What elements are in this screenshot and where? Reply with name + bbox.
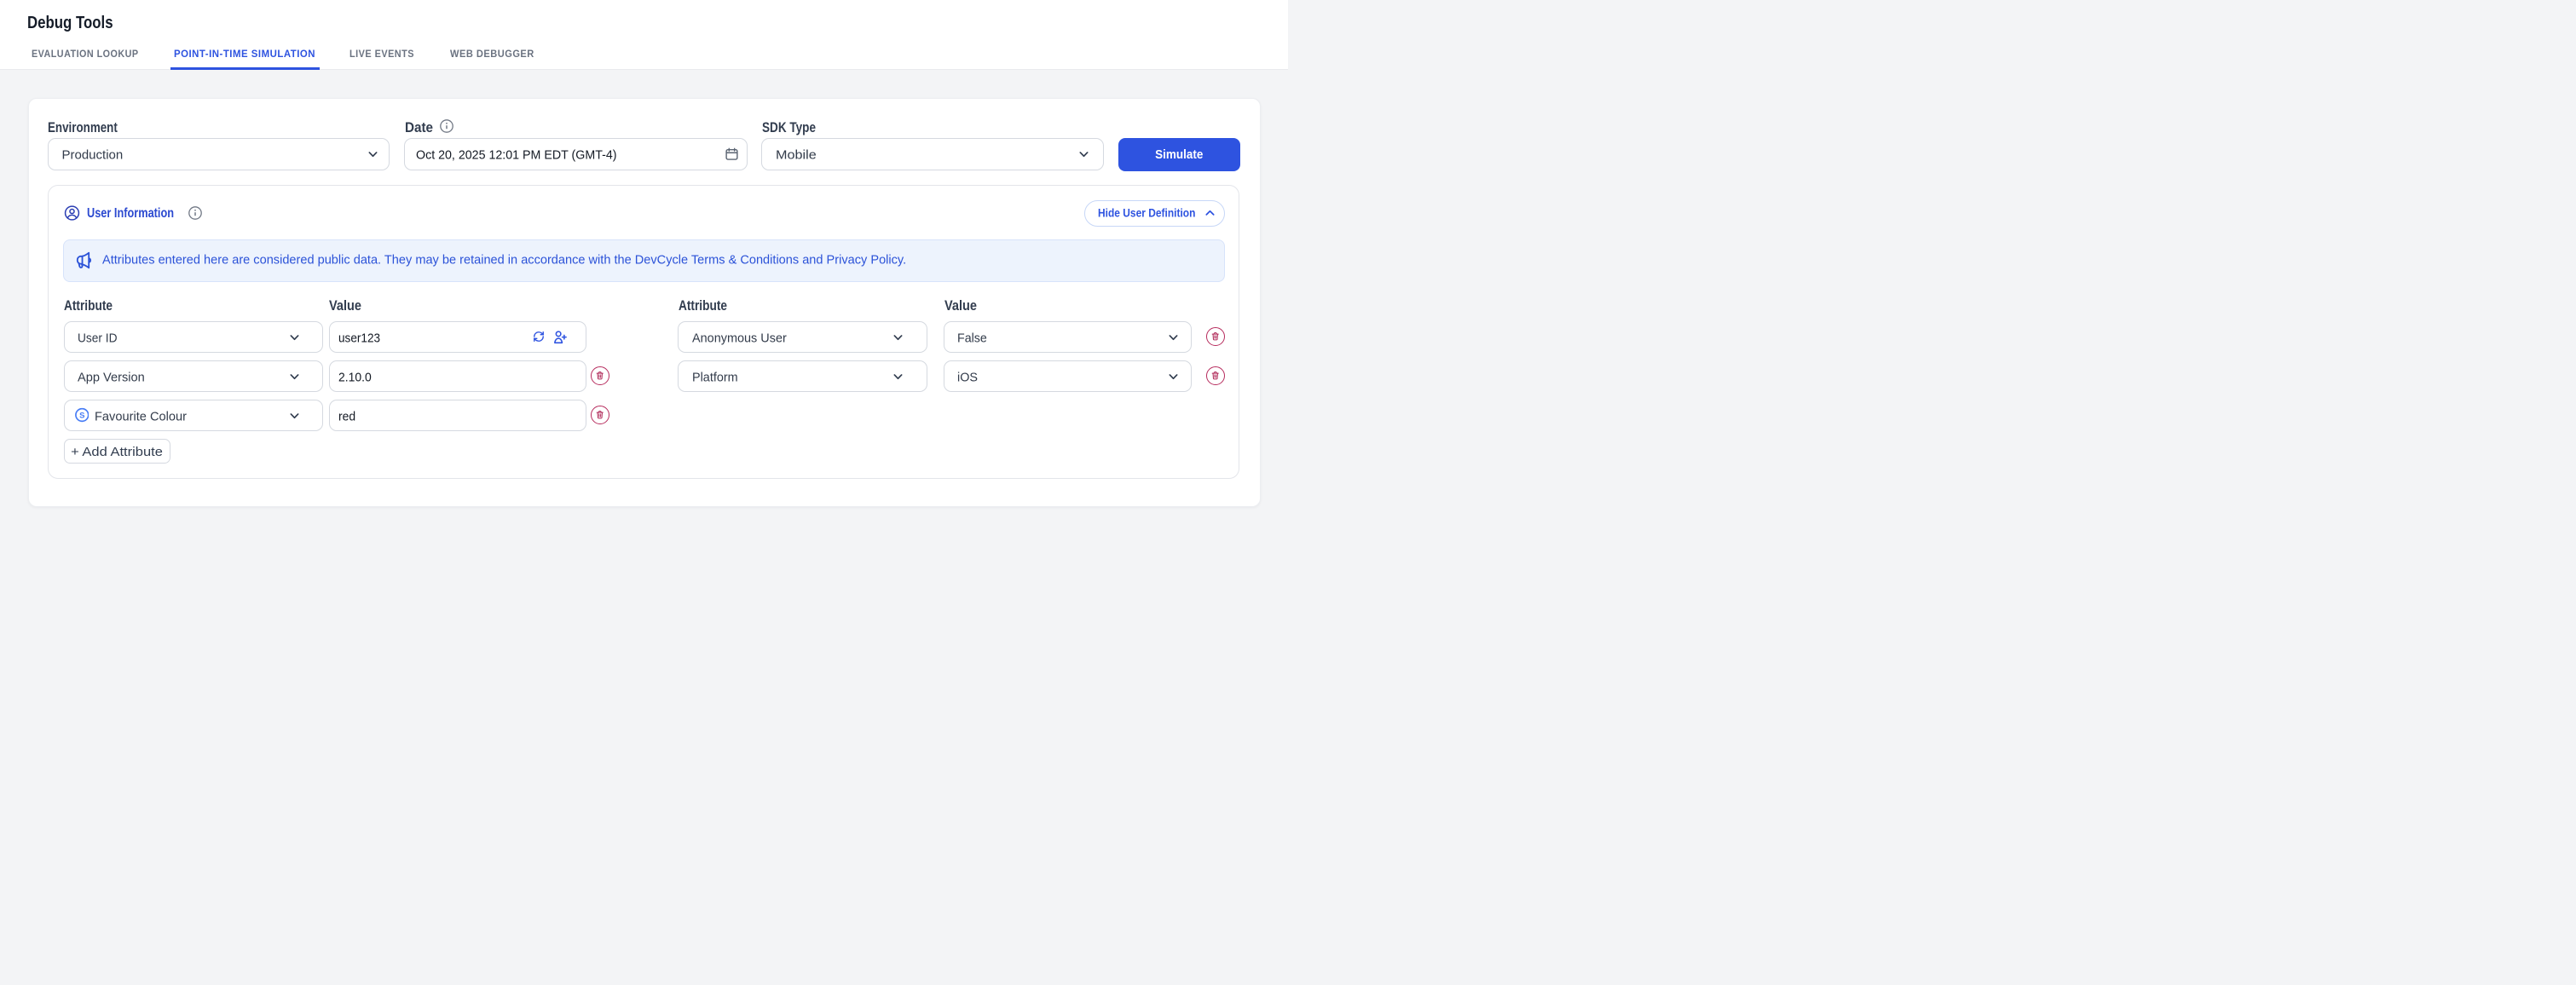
- svg-text:S: S: [79, 411, 84, 420]
